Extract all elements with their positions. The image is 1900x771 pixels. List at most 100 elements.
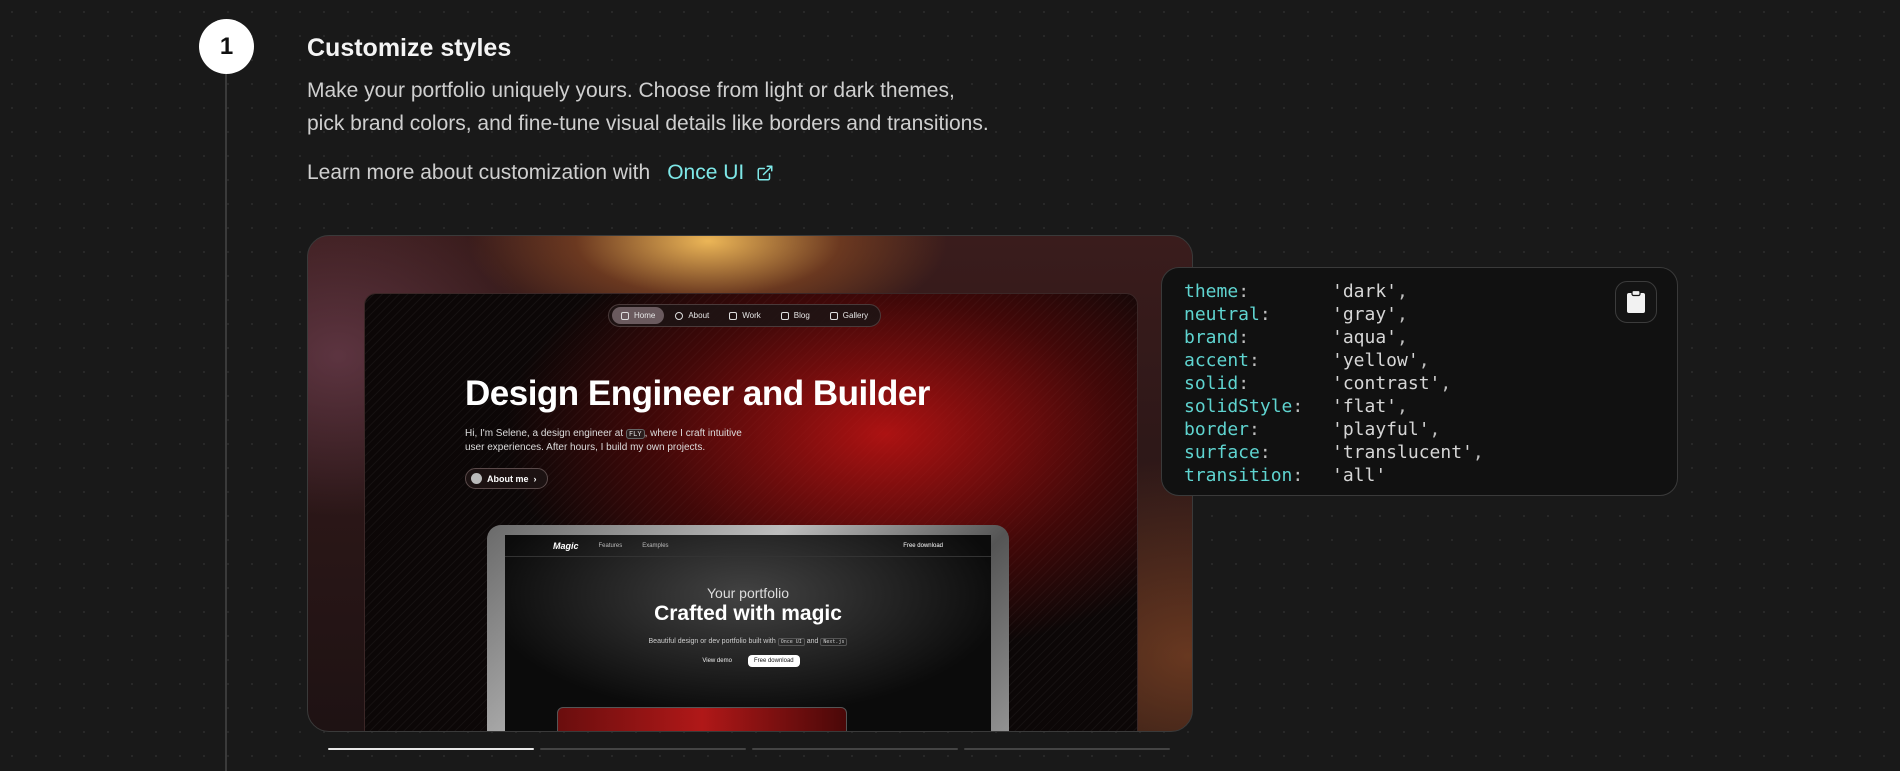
code-comma: , [1418, 350, 1430, 371]
laptop-free-button: Free download [747, 655, 800, 667]
code-comma: , [1397, 396, 1408, 417]
laptop-chip: Once UI [777, 638, 805, 646]
code-value: 'gray' [1332, 304, 1398, 325]
laptop-nav-free: Free download [903, 542, 943, 549]
preview-nav-about: About [666, 307, 718, 324]
laptop-brand: Magic [553, 540, 579, 551]
copy-button[interactable] [1615, 281, 1657, 323]
code-comma: , [1429, 419, 1441, 440]
carousel-indicators [328, 748, 1170, 750]
step-connector-line [225, 74, 227, 771]
preview-nav-gallery: Gallery [821, 307, 877, 324]
preview-hero-subtitle: Hi, I'm Selene, a design engineer at FLY… [465, 427, 785, 455]
code-key: transition [1184, 465, 1293, 486]
chevron-right-icon: › [533, 473, 537, 484]
code-line: accent:'yellow', [1184, 349, 1655, 372]
code-colon: : [1292, 396, 1304, 417]
preview-nav-work: Work [720, 307, 770, 324]
hero-sub-text: Hi, I'm Selene, a design engineer at [465, 428, 624, 439]
code-key: solid [1184, 373, 1239, 394]
step-number: 1 [219, 32, 234, 60]
code-value: 'all' [1332, 465, 1387, 486]
preview-website: Home About Work Blog Gallery Design Engi… [364, 293, 1138, 731]
preview-laptop: Magic Features Examples Free download Yo… [487, 525, 1009, 731]
laptop-nav: Magic Features Examples Free download [505, 535, 991, 557]
code-value: 'yellow' [1332, 350, 1419, 371]
laptop-nav-features: Features [598, 542, 623, 549]
laptop-kicker: Your portfolio [707, 585, 789, 601]
code-colon: : [1249, 419, 1260, 440]
hero-sub-text: , where I craft intuitive [644, 428, 742, 439]
clipboard-icon [1627, 290, 1645, 313]
code-colon: : [1249, 350, 1260, 371]
code-value: 'contrast' [1332, 373, 1441, 394]
step-number-badge: 1 [199, 19, 254, 74]
code-line: solid:'contrast', [1184, 372, 1655, 395]
nav-label: About [688, 311, 710, 320]
laptop-and: and [806, 638, 819, 645]
laptop-headline: Crafted with magic [654, 602, 842, 625]
code-key-cell: solid: [1184, 372, 1332, 395]
code-colon: : [1238, 327, 1250, 348]
carousel-indicator[interactable] [328, 748, 534, 750]
carousel-indicator[interactable] [752, 748, 958, 750]
code-value: 'translucent' [1332, 442, 1473, 463]
home-icon [621, 311, 629, 320]
code-value: 'dark' [1332, 281, 1398, 302]
nav-label: Blog [793, 311, 810, 320]
carousel-indicator[interactable] [540, 748, 746, 750]
code-colon: : [1292, 465, 1304, 486]
code-line: brand:'aqua', [1184, 326, 1655, 349]
section-title: Customize styles [307, 34, 512, 62]
code-lines: theme:'dark', neutral:'gray', brand:'aqua'… [1184, 280, 1655, 487]
company-chip: FLY [625, 429, 645, 439]
external-link-icon [757, 165, 773, 181]
learn-more-row: Learn more about customization with Once… [307, 161, 774, 185]
laptop-demo-button: View demo [702, 658, 732, 664]
code-key-cell: accent: [1184, 349, 1332, 372]
nav-label: Home [634, 311, 656, 320]
preview-nav: Home About Work Blog Gallery [608, 304, 882, 327]
preview-about-button: About me › [465, 468, 548, 489]
laptop-small-text: Beautiful design or dev portfolio built … [505, 638, 991, 646]
code-key-cell: border: [1184, 418, 1332, 441]
nav-label: Work [742, 311, 761, 320]
code-line: border:'playful', [1184, 418, 1655, 441]
user-icon [675, 311, 684, 320]
code-comma: , [1397, 281, 1408, 302]
code-key-cell: brand: [1184, 326, 1332, 349]
theme-preview-carousel[interactable]: Home About Work Blog Gallery Design Engi… [307, 235, 1193, 732]
code-line: transition:'all' [1184, 464, 1655, 487]
code-value: 'playful' [1332, 419, 1430, 440]
code-value: 'flat' [1332, 396, 1398, 417]
image-icon [829, 311, 838, 320]
hero-sub-text: user experiences. After hours, I build m… [465, 442, 706, 453]
carousel-indicator[interactable] [964, 748, 1170, 750]
laptop-thumbnail [557, 707, 847, 731]
code-key-cell: neutral: [1184, 303, 1332, 326]
code-key: brand [1184, 327, 1239, 348]
avatar [471, 473, 482, 484]
code-key-cell: transition: [1184, 464, 1332, 487]
code-key-cell: solidStyle: [1184, 395, 1332, 418]
laptop-chip: Next.js [820, 638, 848, 646]
description-line-2: pick brand colors, and fine-tune visual … [307, 112, 989, 135]
about-button-label: About me [487, 473, 529, 484]
book-icon [780, 311, 789, 320]
code-line: neutral:'gray', [1184, 303, 1655, 326]
code-key: solidStyle [1184, 396, 1293, 417]
laptop-screen: Magic Features Examples Free download Yo… [505, 535, 991, 731]
description-line-1: Make your portfolio uniquely yours. Choo… [307, 79, 955, 102]
learn-more-text: Learn more about customization with [307, 161, 651, 184]
code-block: theme:'dark', neutral:'gray', brand:'aqua'… [1161, 267, 1678, 496]
laptop-nav-examples: Examples [642, 542, 669, 549]
once-ui-link[interactable]: Once UI [667, 161, 774, 185]
code-colon: : [1259, 304, 1271, 325]
nav-label: Gallery [842, 311, 869, 320]
laptop-buttons: View demo Free download [505, 655, 991, 667]
code-key: accent [1184, 350, 1250, 371]
code-key: neutral [1184, 304, 1260, 325]
grid-icon [729, 311, 738, 320]
section-description: Make your portfolio uniquely yours. Choo… [307, 74, 1067, 140]
code-line: theme:'dark', [1184, 280, 1655, 303]
